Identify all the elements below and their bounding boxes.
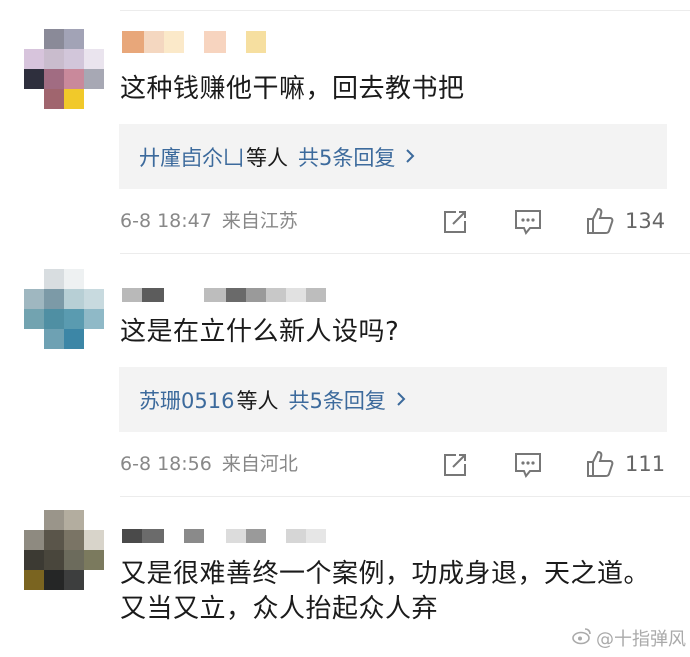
comment-location: 来自江苏 bbox=[221, 210, 298, 232]
reply-summary[interactable]: 苏珊0516 等人 共5条回复 bbox=[119, 367, 667, 432]
avatar[interactable] bbox=[24, 510, 104, 590]
username[interactable] bbox=[122, 288, 332, 302]
reply-summary[interactable]: 廾廑卣尒凵 等人 共5条回复 bbox=[119, 124, 667, 189]
comment-date: 6-8 18:47 bbox=[120, 210, 212, 232]
like-button[interactable]: 111 bbox=[585, 449, 665, 479]
avatar[interactable] bbox=[24, 269, 104, 349]
reply-count-link[interactable]: 共5条回复 bbox=[288, 385, 385, 415]
reply-count-link[interactable]: 共5条回复 bbox=[298, 142, 395, 172]
comment-divider bbox=[120, 253, 690, 254]
top-divider bbox=[120, 10, 690, 11]
avatar[interactable] bbox=[24, 29, 104, 109]
comment-button[interactable] bbox=[513, 450, 543, 480]
comment-location: 来自河北 bbox=[221, 453, 298, 475]
share-icon bbox=[444, 211, 466, 233]
chevron-right-icon bbox=[396, 388, 406, 412]
watermark: @十指弹风 bbox=[572, 625, 686, 651]
username[interactable] bbox=[122, 31, 282, 53]
share-icon bbox=[444, 454, 466, 476]
comment-date: 6-8 18:56 bbox=[120, 453, 212, 475]
comment-icon bbox=[515, 453, 541, 478]
thumbs-up-icon bbox=[587, 450, 614, 477]
thumbs-up-icon bbox=[587, 207, 614, 234]
reply-others-label: 等人 bbox=[236, 388, 279, 413]
comment-meta: 6-8 18:47 来自江苏 bbox=[120, 207, 298, 235]
comment-meta: 6-8 18:56 来自河北 bbox=[120, 450, 298, 478]
like-count: 111 bbox=[625, 452, 666, 476]
share-button[interactable] bbox=[441, 450, 469, 480]
weibo-icon bbox=[572, 627, 592, 650]
username[interactable] bbox=[122, 529, 332, 543]
comment-text: 这是在立什么新人设吗? bbox=[120, 317, 400, 347]
comment-text: 这种钱赚他干嘛，回去教书把 bbox=[120, 74, 465, 104]
like-button[interactable]: 134 bbox=[585, 206, 665, 236]
reply-user-names[interactable]: 廾廑卣尒凵 bbox=[139, 142, 244, 172]
reply-user-names[interactable]: 苏珊0516 bbox=[139, 385, 234, 415]
reply-others-label: 等人 bbox=[246, 145, 288, 170]
chevron-right-icon bbox=[405, 145, 415, 169]
share-button[interactable] bbox=[441, 207, 469, 237]
comment-button[interactable] bbox=[513, 207, 543, 237]
comment-text: 又是很难善终一个案例，功成身退，天之道。又当又立，众人抬起众人弃 bbox=[120, 559, 651, 624]
watermark-text: @十指弹风 bbox=[596, 629, 686, 650]
like-count: 134 bbox=[625, 209, 666, 233]
comment-icon bbox=[515, 210, 541, 235]
comment-divider bbox=[120, 496, 690, 497]
